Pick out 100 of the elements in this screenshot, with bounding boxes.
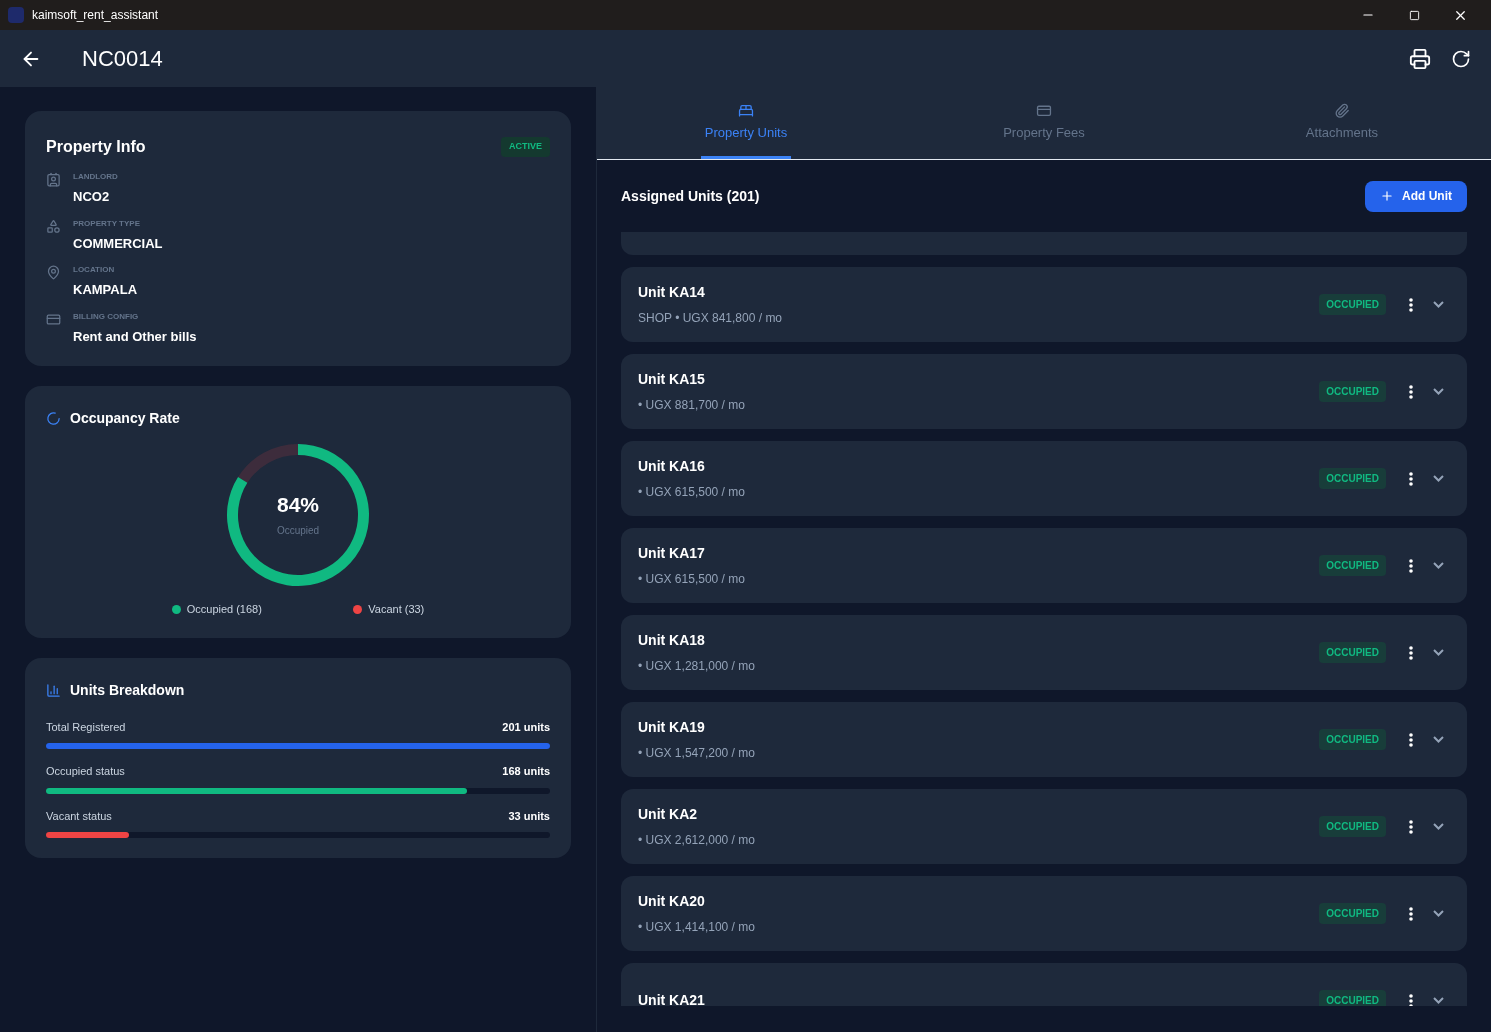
bar-chart-icon [46, 682, 61, 698]
unit-name: Unit KA21 [638, 991, 706, 1006]
expand-button[interactable] [1430, 907, 1447, 920]
donut-icon [46, 411, 61, 426]
card-title: Units Breakdown [70, 680, 185, 700]
more-icon [1409, 384, 1413, 399]
status-badge: OCCUPIED [1319, 381, 1386, 402]
status-badge: OCCUPIED [1319, 294, 1386, 315]
unit-detail: • UGX 1,547,200 / mo [638, 745, 756, 762]
unit-card[interactable]: Unit KA2 • UGX 2,612,000 / mo OCCUPIED [621, 789, 1467, 864]
unit-card[interactable]: Unit KA21 OCCUPIED [621, 963, 1467, 1006]
unit-detail: SHOP • UGX 841,800 / mo [638, 310, 784, 327]
unit-card[interactable]: Unit KA15 • UGX 881,700 / mo OCCUPIED [621, 354, 1467, 429]
breakdown-label: Occupied status [46, 764, 125, 779]
tab[interactable]: Property Units [700, 87, 792, 159]
printer-icon [1409, 47, 1431, 70]
unit-name: Unit KA17 [638, 544, 706, 563]
unit-detail: • UGX 1,414,100 / mo [638, 919, 756, 936]
breakdown-value: 168 units [502, 764, 550, 779]
breakdown-label: Vacant status [46, 808, 112, 824]
status-badge: OCCUPIED [1319, 816, 1386, 837]
unit-name: Unit KA19 [638, 718, 706, 737]
unit-card[interactable]: Unit KA18 • UGX 1,281,000 / mo OCCUPIED [621, 615, 1467, 690]
field-icon [46, 172, 61, 187]
unit-detail: • UGX 881,700 / mo [638, 397, 746, 414]
field-icon [46, 311, 61, 327]
app-icon [8, 7, 24, 23]
bed-icon [737, 103, 755, 119]
unit-card[interactable]: Unit KA16 • UGX 615,500 / mo OCCUPIED [621, 441, 1467, 516]
status-badge: OCCUPIED [1319, 990, 1386, 1006]
breakdown-label: Total Registered [46, 719, 126, 735]
status-badge: OCCUPIED [1319, 729, 1386, 750]
expand-button[interactable] [1430, 994, 1447, 1006]
field-icon [46, 218, 61, 234]
card-title: Occupancy Rate [70, 409, 180, 428]
chevron-down-icon [1433, 649, 1444, 656]
more-icon [1409, 471, 1413, 486]
paperclip-icon [1333, 103, 1351, 119]
chevron-down-icon [1433, 475, 1444, 482]
unit-card[interactable]: Unit KA20 • UGX 1,414,100 / mo OCCUPIED [621, 876, 1467, 951]
field-label: BILLING CONFIG [73, 310, 140, 323]
unit-name: Unit KA20 [638, 892, 706, 911]
chevron-down-icon [1433, 388, 1444, 395]
expand-button[interactable] [1430, 820, 1447, 833]
unit-card[interactable]: Unit KA14 SHOP • UGX 841,800 / mo OCCUPIED [621, 267, 1467, 342]
unit-detail: • UGX 2,612,000 / mo [638, 832, 756, 849]
field-value: KAMPALA [73, 281, 138, 299]
unit-name: Unit KA18 [638, 631, 706, 650]
expand-button[interactable] [1430, 472, 1447, 485]
add-unit-button[interactable]: Add Unit [1365, 180, 1467, 212]
unit-detail: • UGX 615,500 / mo [638, 484, 746, 501]
chevron-down-icon [1433, 910, 1444, 917]
more-icon [1409, 297, 1413, 312]
legend-count: (168) [236, 602, 262, 617]
expand-button[interactable] [1430, 298, 1447, 311]
breakdown-value: 33 units [508, 808, 550, 824]
unit-card[interactable]: Unit KA19 • UGX 1,547,200 / mo OCCUPIED [621, 702, 1467, 777]
section-title: Assigned Units (201) [621, 186, 760, 206]
expand-button[interactable] [1430, 385, 1447, 398]
legend-label: Occupied [186, 602, 234, 617]
card-title: Property Info [46, 137, 146, 157]
legend-count: (33) [404, 602, 425, 617]
page-title: NC0014 [82, 45, 163, 73]
expand-button[interactable] [1430, 559, 1447, 572]
more-icon [1409, 558, 1413, 573]
more-icon [1409, 645, 1413, 660]
unit-name: Unit KA14 [638, 283, 706, 302]
status-badge: OCCUPIED [1319, 642, 1386, 663]
chevron-down-icon [1433, 736, 1444, 743]
field-label: LOCATION [73, 264, 116, 276]
refresh-icon [1451, 48, 1471, 69]
occupancy-caption: Occupied [276, 523, 320, 538]
chevron-down-icon [1433, 562, 1444, 569]
chevron-down-icon [1433, 301, 1444, 308]
unit-detail: • UGX 615,500 / mo [638, 571, 746, 588]
field-label: LANDLORD [73, 171, 118, 183]
field-icon [46, 265, 61, 280]
status-badge: ACTIVE [501, 137, 550, 157]
occupancy-percent: 84% [277, 492, 319, 519]
field-value: COMMERCIAL [73, 234, 163, 253]
field-value: NCO2 [73, 188, 111, 206]
breakdown-value: 201 units [502, 719, 550, 735]
more-icon [1409, 906, 1413, 921]
plus-icon [1380, 189, 1394, 203]
status-badge: OCCUPIED [1319, 903, 1386, 924]
unit-name: Unit KA15 [638, 370, 706, 389]
more-icon [1409, 993, 1413, 1006]
more-icon [1409, 819, 1413, 834]
expand-button[interactable] [1430, 733, 1447, 746]
unit-name: Unit KA16 [638, 457, 706, 476]
expand-button[interactable] [1430, 646, 1447, 659]
unit-name: Unit KA2 [638, 805, 699, 824]
legend-label: Vacant [368, 602, 402, 617]
unit-detail: • UGX 1,281,000 / mo [638, 658, 756, 675]
maximize-icon [1408, 9, 1420, 21]
more-icon [1409, 732, 1413, 747]
chevron-down-icon [1433, 823, 1444, 830]
field-value: Rent and Other bills [73, 327, 197, 346]
card-icon [1035, 103, 1053, 119]
unit-card[interactable]: Unit KA17 • UGX 615,500 / mo OCCUPIED [621, 528, 1467, 603]
